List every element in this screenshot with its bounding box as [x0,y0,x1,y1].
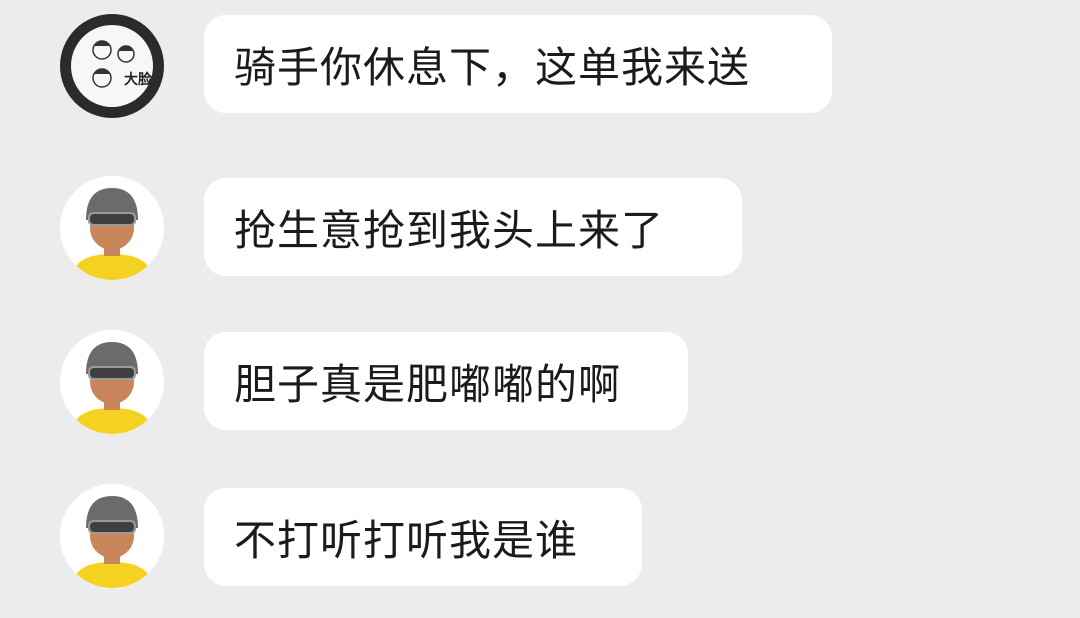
message-bubble[interactable]: 抢生意抢到我头上来了 [204,178,742,276]
brand-logo-text: 大脸 [124,71,153,88]
rider-helmet-avatar[interactable] [60,176,164,280]
message-bubble[interactable]: 胆子真是肥嘟嘟的啊 [204,332,688,430]
message-text: 胆子真是肥嘟嘟的啊 [234,359,622,409]
rider-helmet-avatar[interactable] [60,484,164,588]
message-row: 不打听打听我是谁 [0,484,1080,588]
chat-thread: 大脸 骑手你休息下，这单我来送 抢生意抢到我头上来了 胆子真是肥嘟嘟的啊 不打听… [0,0,1080,618]
message-text: 抢生意抢到我头上来了 [234,205,665,255]
message-row: 胆子真是肥嘟嘟的啊 [0,330,1080,434]
message-row: 抢生意抢到我头上来了 [0,176,1080,280]
brand-logo-avatar[interactable]: 大脸 [60,14,164,118]
message-bubble[interactable]: 不打听打听我是谁 [204,488,642,586]
message-text: 不打听打听我是谁 [234,515,579,565]
rider-helmet-avatar[interactable] [60,330,164,434]
message-bubble[interactable]: 骑手你休息下，这单我来送 [204,15,832,113]
message-row: 大脸 骑手你休息下，这单我来送 [0,14,1080,118]
message-text: 骑手你休息下，这单我来送 [234,42,751,92]
